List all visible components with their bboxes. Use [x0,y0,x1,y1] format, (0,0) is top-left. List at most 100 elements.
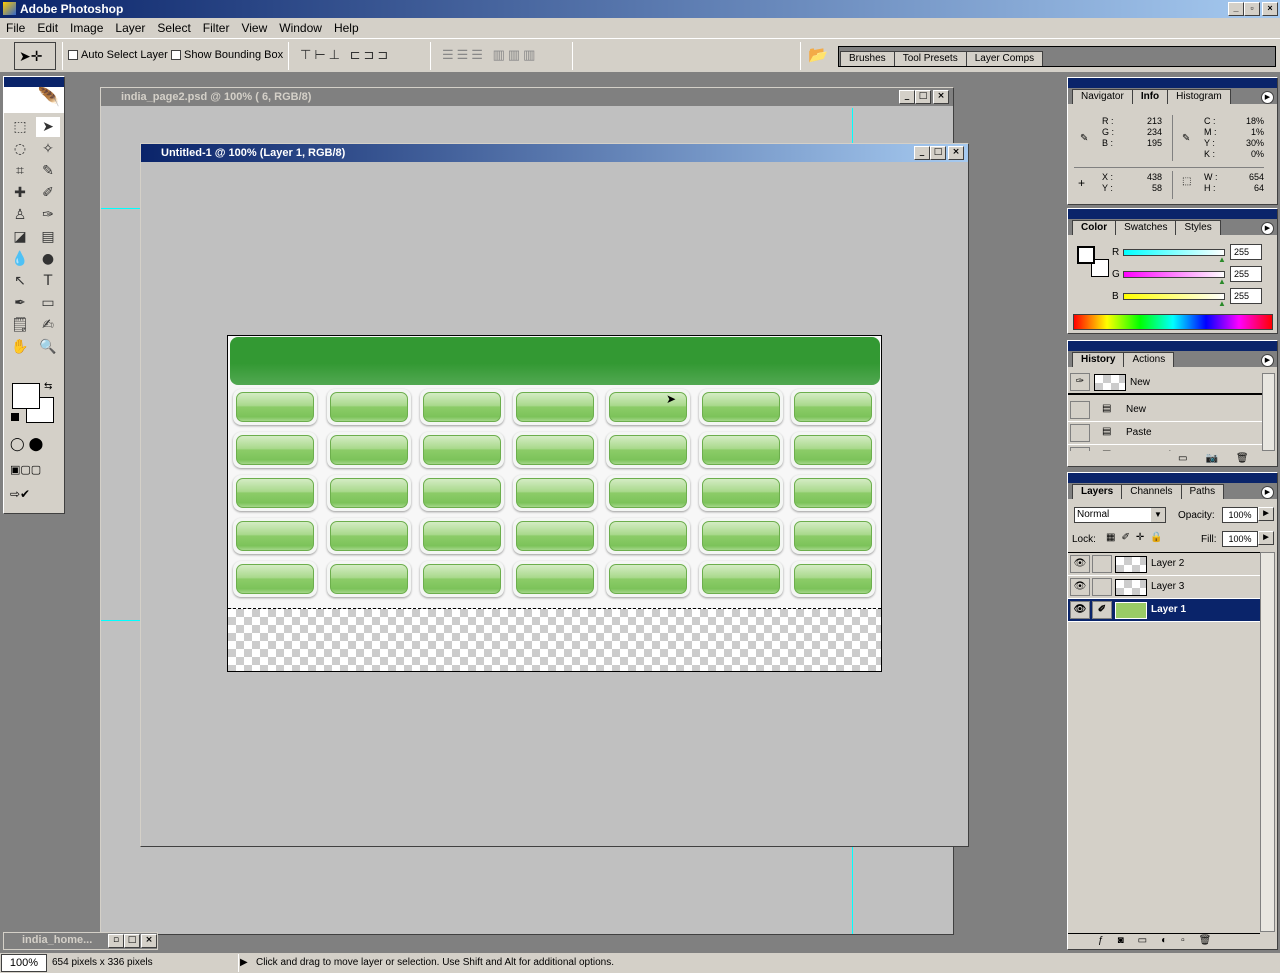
slice-tool-icon[interactable]: ✎ [36,161,60,181]
tab-history[interactable]: History [1072,352,1125,367]
tab-styles[interactable]: Styles [1175,220,1221,235]
history-snapshot[interactable]: ✑ New [1068,371,1262,395]
tab-swatches[interactable]: Swatches [1115,220,1177,235]
status-menu-arrow-icon[interactable]: ▶ [240,954,248,972]
history-source-checkbox[interactable] [1070,424,1090,442]
blend-mode-select[interactable]: Normal ▼ [1074,507,1166,523]
zoom-level-input[interactable]: 100% [1,954,47,972]
menu-window[interactable]: Window [273,18,328,38]
doc-close-button[interactable]: × [933,90,949,104]
adjustment-layer-icon[interactable]: ◐ [1161,935,1181,946]
quick-mask-icons[interactable]: ◯ ⬤ [10,437,43,452]
panel-menu-button[interactable]: ▶ [1261,486,1274,499]
new-layer-icon[interactable]: ▫ [1181,935,1199,946]
history-brush-icon[interactable]: ✑ [36,205,60,225]
menu-image[interactable]: Image [64,18,109,38]
history-brush-source-icon[interactable]: ✑ [1070,373,1090,391]
channel-value-input[interactable]: 255 [1230,288,1262,304]
channel-slider[interactable] [1123,293,1225,300]
swap-colors-icon[interactable]: ⇆ [44,381,52,392]
menu-filter[interactable]: Filter [197,18,236,38]
guide-horizontal[interactable] [101,208,141,209]
visibility-eye-icon[interactable]: 👁 [1070,601,1090,619]
layer-row[interactable]: 👁 Layer 2 [1068,553,1260,576]
fill-slider-button[interactable]: ▶ [1258,531,1274,545]
stamp-tool-icon[interactable]: ♙ [8,205,32,225]
tab-color[interactable]: Color [1072,220,1117,235]
marquee-tool-icon[interactable]: ⬚ [8,117,32,137]
document-size[interactable]: 654 pixels x 336 pixels [52,954,153,972]
foreground-color-swatch[interactable] [1077,246,1095,264]
channel-slider[interactable] [1123,271,1225,278]
tab-channels[interactable]: Channels [1121,484,1182,499]
auto-select-layer-checkbox[interactable]: Auto Select Layer [68,49,168,61]
distribute-icons[interactable]: ☰☰☰ ▥▥▥ [442,47,538,62]
channel-value-input[interactable]: 255 [1230,266,1262,282]
menu-layer[interactable]: Layer [109,18,151,38]
tab-info[interactable]: Info [1131,89,1169,104]
menu-edit[interactable]: Edit [31,18,64,38]
layer-link-brush-icon[interactable] [1092,555,1112,573]
panel-menu-button[interactable]: ▶ [1261,91,1274,104]
layer-row[interactable]: 👁 Layer 3 [1068,576,1260,599]
notes-tool-icon[interactable]: 🗒 [8,315,32,335]
screen-mode-icons[interactable]: ▣▢▢ [10,463,41,476]
canvas[interactable] [227,335,882,672]
channel-value-input[interactable]: 255 [1230,244,1262,260]
doc-maximize-button[interactable]: □ [915,90,931,104]
tool-preset-picker[interactable]: ➤✛ [14,42,56,70]
slider-thumb-icon[interactable]: ▲ [1218,255,1226,264]
delete-layer-icon[interactable]: 🗑 [1199,935,1226,946]
minimize-button[interactable]: _ [1228,2,1244,16]
layer-link-brush-icon[interactable]: ✐ [1092,601,1112,619]
lock-position-icon[interactable]: ✛ [1136,532,1150,543]
lock-all-icon[interactable]: 🔒 [1150,532,1168,543]
menu-help[interactable]: Help [328,18,365,38]
minimized-document[interactable]: india_home... ▫ □ × [3,932,158,950]
fill-input[interactable]: 100% [1222,531,1258,547]
tab-navigator[interactable]: Navigator [1072,89,1133,104]
new-snapshot-icon[interactable]: 📷 [1205,453,1235,464]
doc-minimize-button[interactable]: _ [914,146,930,160]
pen-tool-icon[interactable]: ✒ [8,293,32,313]
layer-row[interactable]: 👁 ✐ Layer 1 [1068,599,1260,622]
eyedropper-tool-icon[interactable]: ✍ [36,315,60,335]
visibility-eye-icon[interactable]: 👁 [1070,578,1090,596]
history-scrollbar[interactable] [1262,373,1275,451]
magic-wand-tool-icon[interactable]: ✧ [36,139,60,159]
lock-transparent-icon[interactable]: ▦ [1106,532,1121,543]
slider-thumb-icon[interactable]: ▲ [1218,299,1226,308]
history-item[interactable]: ▤ Rectangular Marquee [1068,445,1262,451]
tab-layers[interactable]: Layers [1072,484,1123,499]
document-title-bar[interactable]: Untitled-1 @ 100% (Layer 1, RGB/8) [141,144,968,162]
opacity-slider-button[interactable]: ▶ [1258,507,1274,521]
menu-file[interactable]: File [0,18,31,38]
align-buttons[interactable]: ⊤⊢⊥ ⊏⊐⊐ [300,47,391,63]
align-icons[interactable]: ⊤⊢⊥ ⊏⊐⊐ [300,47,391,62]
shape-tool-icon[interactable]: ▭ [36,293,60,313]
dodge-tool-icon[interactable]: ● [36,249,60,269]
guide-horizontal[interactable] [101,620,141,621]
menu-view[interactable]: View [235,18,273,38]
jump-to-imageready-icon[interactable]: ⇨✔ [10,487,30,501]
maximize-doc-button[interactable]: □ [124,934,140,948]
delete-state-icon[interactable]: 🗑 [1236,453,1267,464]
history-source-checkbox[interactable] [1070,447,1090,451]
type-tool-icon[interactable]: T [36,271,60,291]
color-ramp[interactable] [1073,314,1273,330]
tab-actions[interactable]: Actions [1123,352,1175,367]
visibility-eye-icon[interactable]: 👁 [1070,555,1090,573]
add-mask-icon[interactable]: ◙ [1118,935,1138,946]
tab-histogram[interactable]: Histogram [1167,89,1231,104]
well-tab-layer-comps[interactable]: Layer Comps [965,51,1044,66]
panel-menu-button[interactable]: ▶ [1261,354,1274,367]
layer-style-icon[interactable]: ƒ [1098,935,1118,946]
doc-maximize-button[interactable]: □ [930,146,946,160]
file-browser-icon[interactable]: 📂 [808,45,828,65]
healing-brush-icon[interactable]: ✚ [8,183,32,203]
show-bounding-box-checkbox[interactable]: Show Bounding Box [171,49,283,61]
menu-select[interactable]: Select [151,18,196,38]
brush-tool-icon[interactable]: ✐ [36,183,60,203]
blur-tool-icon[interactable]: 💧 [8,249,32,269]
restore-button[interactable]: ▫ [1244,2,1260,16]
